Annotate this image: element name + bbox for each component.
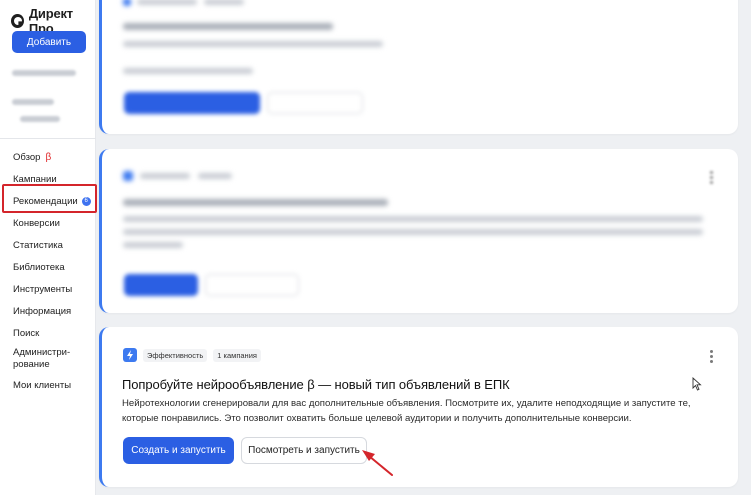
nav-item-label: Обзор: [13, 151, 41, 163]
nav-item-label: Конверсии: [13, 217, 60, 229]
card-description: Нейротехнологии сгенерировали для вас до…: [122, 397, 722, 426]
recommendation-card-blurred: [99, 0, 738, 134]
beta-badge: β: [45, 151, 52, 163]
nav-item-label: Кампании: [13, 173, 57, 185]
highlight-box: [2, 184, 97, 213]
mouse-cursor-icon: [692, 377, 702, 391]
nav-item-administration[interactable]: Администри- рование: [0, 344, 96, 374]
nav-item-label: Администри- рование: [13, 347, 71, 370]
sidebar: Директ Про Добавить Обзор β Кампании Рек…: [0, 0, 97, 495]
nav-item-label: Библиотека: [13, 261, 65, 273]
create-and-launch-button[interactable]: Создать и запустить: [123, 437, 234, 464]
direct-logo-icon: [11, 14, 24, 28]
divider: [0, 138, 96, 139]
tag-type: Эффективность: [143, 348, 208, 362]
nav-item-conversions[interactable]: Конверсии: [0, 212, 96, 234]
description-line: Нейротехнологии сгенерировали для вас до…: [122, 398, 691, 409]
recommendation-card-blurred: [99, 149, 738, 313]
nav-item-statistics[interactable]: Статистика: [0, 234, 96, 256]
lightning-icon: [123, 348, 137, 362]
account-login-blurred: [12, 70, 76, 76]
nav-item-label: Мои клиенты: [13, 379, 72, 391]
account-info-blurred: [20, 116, 60, 122]
nav-item-label: Информация: [13, 305, 72, 317]
view-and-launch-button[interactable]: Посмотреть и запустить: [241, 437, 367, 464]
description-line: которые понравились. Это позволит охвати…: [122, 412, 632, 424]
card-tags: Эффективность 1 кампания: [123, 348, 261, 362]
nav-item-label: Поиск: [13, 327, 40, 339]
nav-item-label: Статистика: [13, 239, 63, 251]
nav-item-search[interactable]: Поиск: [0, 322, 96, 344]
nav-item-library[interactable]: Библиотека: [0, 256, 96, 278]
more-icon[interactable]: [710, 350, 714, 363]
more-icon[interactable]: [710, 171, 714, 185]
neuro-ad-recommendation-card: Эффективность 1 кампания Попробуйте нейр…: [99, 327, 738, 487]
nav-item-information[interactable]: Информация: [0, 300, 96, 322]
nav-item-overview[interactable]: Обзор β: [0, 146, 96, 168]
nav-item-label: Инструменты: [13, 283, 73, 295]
nav-item-tools[interactable]: Инструменты: [0, 278, 96, 300]
account-info-blurred: [12, 99, 54, 105]
nav-item-my-clients[interactable]: Мои клиенты: [0, 374, 96, 396]
card-title: Попробуйте нейрообъявление β — новый тип…: [122, 377, 510, 392]
add-button[interactable]: Добавить: [12, 31, 86, 53]
tag-campaign-count: 1 кампания: [213, 348, 261, 362]
